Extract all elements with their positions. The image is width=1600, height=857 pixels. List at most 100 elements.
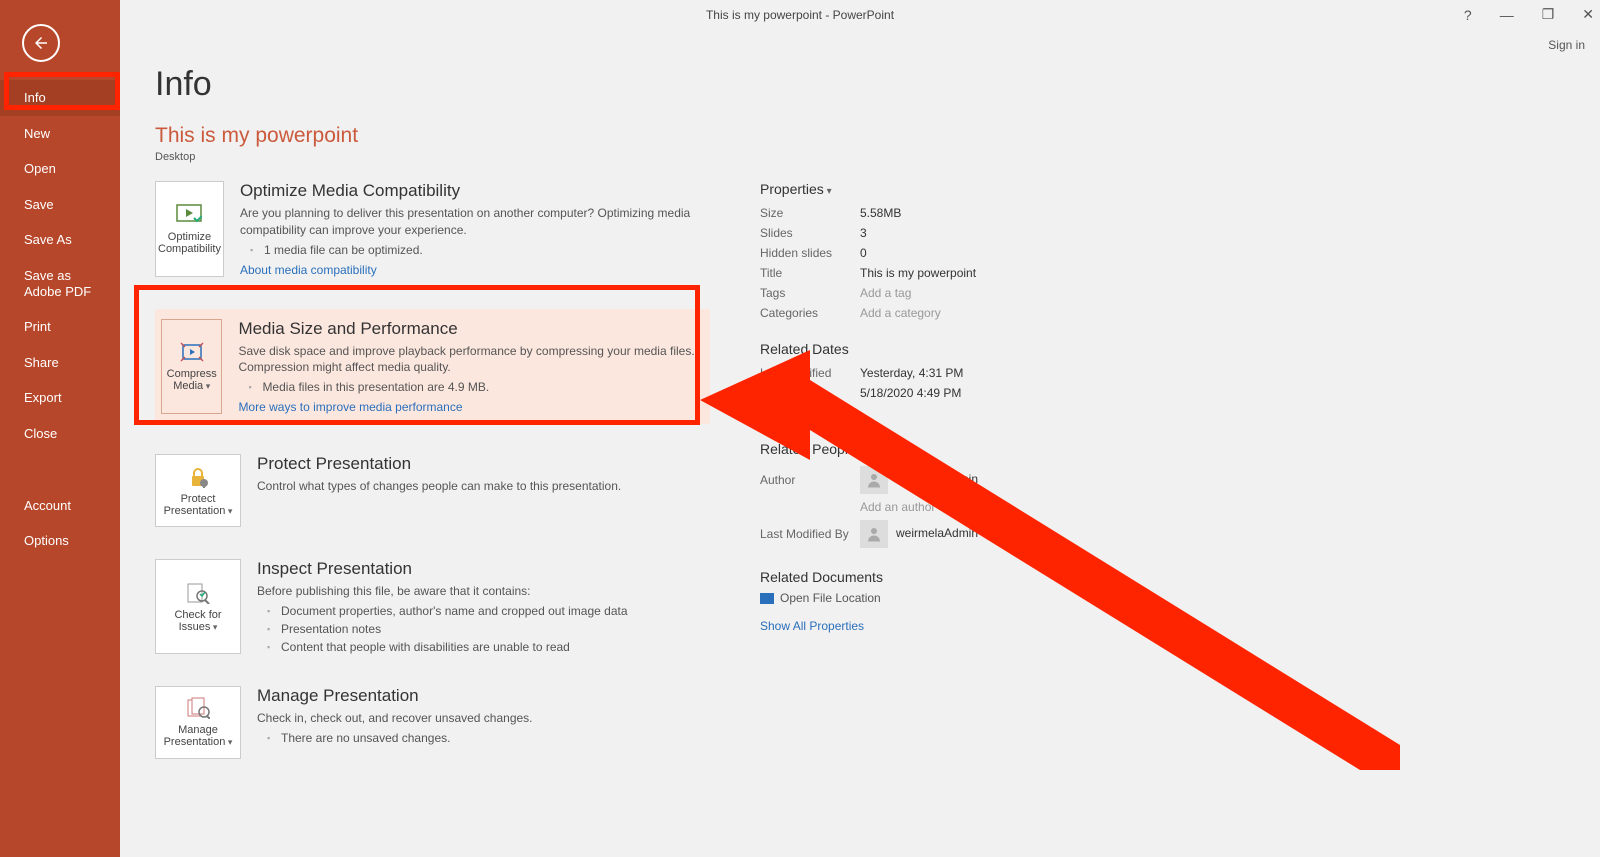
manage-bullet: There are no unsaved changes. [257,731,533,745]
minimize-icon[interactable]: — [1500,7,1514,23]
prop-author-label: Author [760,473,860,487]
restore-icon[interactable]: ❐ [1542,6,1555,23]
prop-categories-label: Categories [760,306,860,320]
prop-slides-label: Slides [760,226,860,240]
nav-primary: Info New Open Save Save As Save as Adobe… [0,80,120,452]
inspect-icon [184,581,212,605]
prop-title-value[interactable]: This is my powerpoint [860,266,976,280]
window-title: This is my powerpoint - PowerPoint [706,8,894,22]
open-file-location-link[interactable]: Open File Location [760,591,1580,605]
related-people-header: Related People [760,441,1580,457]
prop-size-label: Size [760,206,860,220]
optimize-title: Optimize Media Compatibility [240,181,710,201]
nav-info[interactable]: Info [0,80,120,116]
prop-lastby-label: Last Modified By [760,527,860,541]
inspect-bullet-2: Presentation notes [257,622,628,636]
nav-share[interactable]: Share [0,345,120,381]
main-content: Info This is my powerpoint Desktop Optim… [155,65,1580,857]
protect-title: Protect Presentation [257,454,621,474]
inspect-title: Inspect Presentation [257,559,628,579]
optimize-compatibility-button[interactable]: Optimize Compatibility [155,181,224,277]
manage-desc: Check in, check out, and recover unsaved… [257,710,533,727]
compress-bullet: Media files in this presentation are 4.9… [238,380,704,394]
compress-media-button[interactable]: Compress Media [161,319,222,415]
optimize-bullet: 1 media file can be optimized. [240,243,710,257]
prop-lastmod-label: Last Modified [760,366,860,380]
prop-size-value: 5.58MB [860,206,901,220]
media-icon [175,203,203,227]
compress-link[interactable]: More ways to improve media performance [238,400,704,414]
prop-author-value: weirmelaAdmin [860,466,978,494]
properties-column: Properties Size5.58MB Slides3 Hidden sli… [760,181,1580,791]
titlebar: This is my powerpoint - PowerPoint [0,0,1600,30]
prop-lastmod-value: Yesterday, 4:31 PM [860,366,963,380]
manage-presentation-block: Manage Presentation Manage Presentation … [155,686,710,759]
folder-icon [760,593,774,604]
nav-save-as[interactable]: Save As [0,222,120,258]
info-actions-column: Optimize Compatibility Optimize Media Co… [155,181,710,791]
nav-close[interactable]: Close [0,416,120,452]
prop-hidden-label: Hidden slides [760,246,860,260]
lock-icon [184,465,212,489]
back-button[interactable] [22,24,60,62]
manage-icon [184,696,212,720]
compress-button-label: Compress Media [164,368,219,392]
optimize-link[interactable]: About media compatibility [240,263,710,277]
protect-button-label: Protect Presentation [158,493,238,517]
prop-created-label: Created [760,386,860,400]
manage-button-label: Manage Presentation [158,724,238,748]
nav-secondary: Account Options [0,488,120,559]
window-controls: ? — ❐ ✕ [1464,6,1594,23]
prop-hidden-value: 0 [860,246,867,260]
add-author-link[interactable]: Add an author [860,500,935,514]
compress-media-block: Compress Media Media Size and Performanc… [155,309,710,425]
check-issues-label: Check for Issues [158,609,238,633]
nav-open[interactable]: Open [0,151,120,187]
sign-in-link[interactable]: Sign in [1548,38,1585,52]
compress-desc: Save disk space and improve playback per… [238,343,704,377]
document-title: This is my powerpoint [155,124,1580,148]
prop-created-value: 5/18/2020 4:49 PM [860,386,961,400]
protect-desc: Control what types of changes people can… [257,478,621,495]
avatar-icon [860,466,888,494]
nav-export[interactable]: Export [0,380,120,416]
related-dates-header: Related Dates [760,341,1580,357]
compress-title: Media Size and Performance [238,319,704,339]
optimize-button-label: Optimize Compatibility [158,231,221,255]
properties-header[interactable]: Properties [760,181,1580,197]
manage-title: Manage Presentation [257,686,533,706]
avatar-icon [860,520,888,548]
prop-tags-label: Tags [760,286,860,300]
optimize-compatibility-block: Optimize Compatibility Optimize Media Co… [155,181,710,277]
manage-presentation-button[interactable]: Manage Presentation [155,686,241,759]
prop-lastprinted-label: Last Printed [760,406,860,420]
show-all-properties-link[interactable]: Show All Properties [760,619,1580,633]
nav-account[interactable]: Account [0,488,120,524]
nav-save[interactable]: Save [0,187,120,223]
help-icon[interactable]: ? [1464,7,1472,23]
optimize-desc: Are you planning to deliver this present… [240,205,710,239]
inspect-bullet-1: Document properties, author's name and c… [257,604,628,618]
close-icon[interactable]: ✕ [1582,6,1594,23]
prop-slides-value: 3 [860,226,867,240]
nav-print[interactable]: Print [0,309,120,345]
check-issues-button[interactable]: Check for Issues [155,559,241,654]
nav-options[interactable]: Options [0,523,120,559]
inspect-desc: Before publishing this file, be aware th… [257,583,628,600]
document-location: Desktop [155,151,1580,163]
prop-lastby-value: weirmelaAdmin [860,520,978,548]
protect-presentation-block: Protect Presentation Protect Presentatio… [155,454,710,527]
nav-new[interactable]: New [0,116,120,152]
nav-save-adobe-pdf[interactable]: Save as Adobe PDF [0,258,120,309]
inspect-presentation-block: Check for Issues Inspect Presentation Be… [155,559,710,654]
prop-categories-value[interactable]: Add a category [860,306,941,320]
related-documents-header: Related Documents [760,569,1580,585]
arrow-left-icon [32,34,50,52]
page-title: Info [155,65,1580,104]
inspect-bullet-3: Content that people with disabilities ar… [257,640,628,654]
prop-title-label: Title [760,266,860,280]
compress-icon [178,340,206,364]
protect-presentation-button[interactable]: Protect Presentation [155,454,241,527]
prop-tags-value[interactable]: Add a tag [860,286,911,300]
backstage-sidebar: Info New Open Save Save As Save as Adobe… [0,0,120,857]
